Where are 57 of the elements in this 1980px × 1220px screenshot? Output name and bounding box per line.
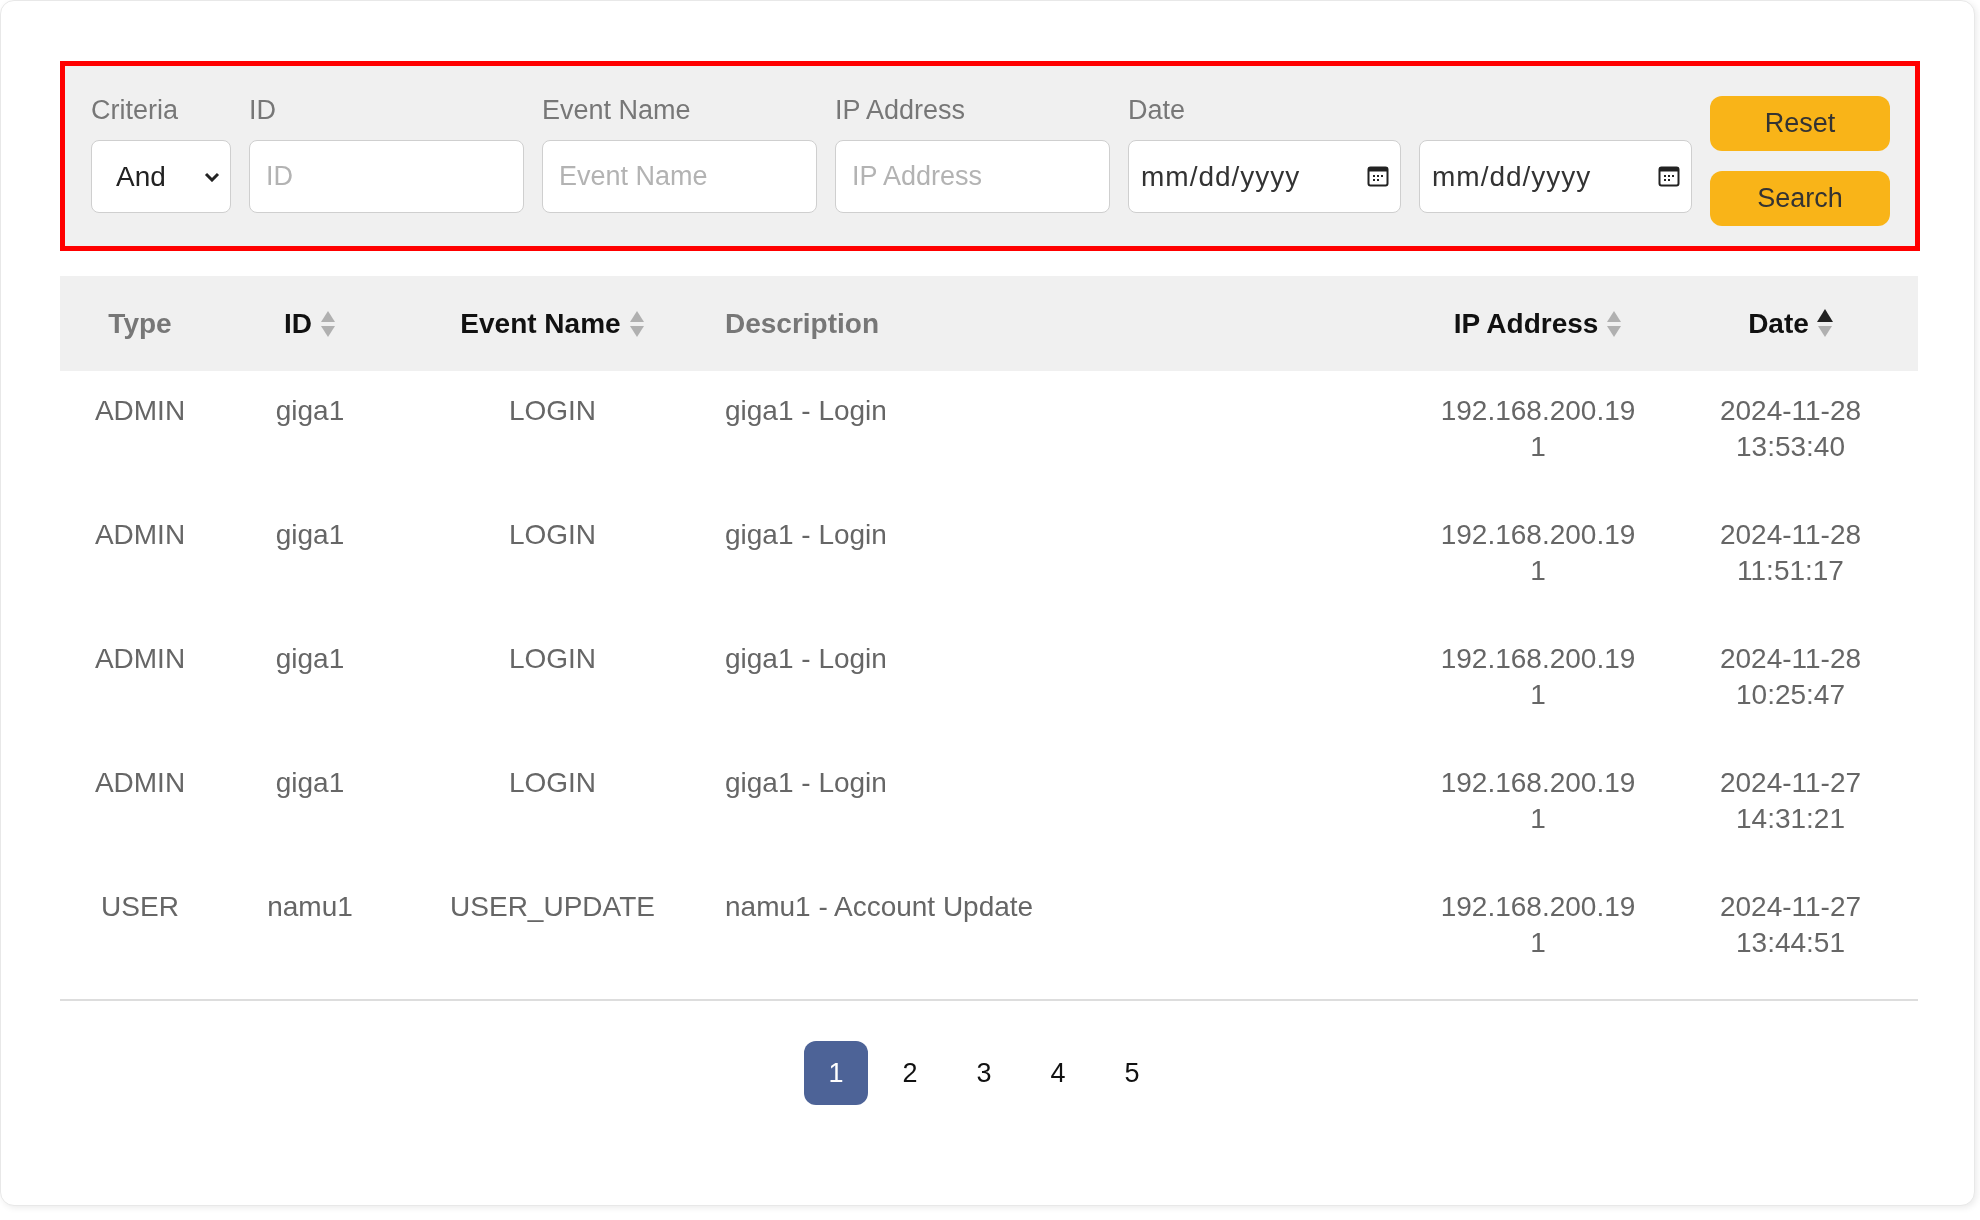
criteria-dropdown[interactable]: And	[91, 140, 231, 213]
table-cell-text: USER	[101, 890, 179, 924]
column-header[interactable]: ID	[284, 302, 312, 345]
table-cell-text: 192.168.200.191	[1439, 642, 1637, 712]
column-header[interactable]: IP Address	[1453, 302, 1599, 345]
page-button[interactable]: 5	[1100, 1041, 1164, 1105]
field-label: IP Address	[835, 94, 967, 127]
table-cell-text: 2024-11-27 14:31:21	[1718, 766, 1863, 836]
page-button[interactable]: 3	[952, 1041, 1016, 1105]
text-input-field[interactable]: Event Name	[542, 140, 817, 213]
field-label: Event Name	[542, 94, 692, 127]
date-input-field[interactable]: mm/dd/yyyy	[1128, 140, 1401, 213]
table-cell-text: 192.168.200.191	[1439, 394, 1637, 464]
column-header[interactable]: Date	[1748, 302, 1809, 345]
table-cell-text: giga1 - Login	[725, 766, 887, 800]
column-header: Type	[108, 306, 172, 341]
table-cell-text: giga1	[275, 642, 345, 676]
text-input-field[interactable]: ID	[249, 140, 524, 213]
field-label: ID	[249, 94, 277, 127]
field-label: Criteria	[91, 94, 179, 127]
table-cell-text: ADMIN	[94, 766, 186, 800]
search-button[interactable]: Search	[1710, 171, 1890, 226]
table-cell-text: 192.168.200.191	[1439, 766, 1637, 836]
field-label: Date	[1128, 94, 1187, 127]
table-cell-text: namu1	[267, 890, 353, 924]
chevron-down-icon	[204, 171, 220, 182]
table-cell-text: 192.168.200.191	[1439, 890, 1637, 960]
table-cell-text: giga1	[275, 766, 345, 800]
table-cell-text: LOGIN	[508, 518, 597, 552]
table-cell-text: 192.168.200.191	[1439, 518, 1637, 588]
reset-button[interactable]: Reset	[1710, 96, 1890, 151]
table-cell-text: giga1	[275, 518, 345, 552]
table-cell-text: LOGIN	[508, 394, 597, 428]
table-cell-text: 2024-11-27 13:44:51	[1718, 890, 1863, 960]
table-cell-text: ADMIN	[94, 642, 186, 676]
table-cell-text: giga1 - Login	[725, 642, 887, 676]
table-cell-text: giga1	[275, 394, 345, 428]
table-cell-text: 2024-11-28 10:25:47	[1718, 642, 1863, 712]
date-input-field[interactable]: mm/dd/yyyy	[1419, 140, 1692, 213]
table-cell-text: LOGIN	[508, 642, 597, 676]
table-cell-text: ADMIN	[94, 518, 186, 552]
page-button[interactable]: 2	[878, 1041, 942, 1105]
table-cell-text: namu1 - Account Update	[725, 890, 1034, 924]
table-cell-text: USER_UPDATE	[450, 890, 655, 924]
calendar-icon[interactable]	[1367, 165, 1389, 187]
page-button[interactable]: 1	[804, 1041, 868, 1105]
table-cell-text: 2024-11-28 13:53:40	[1718, 394, 1863, 464]
table-cell-text: giga1 - Login	[725, 518, 887, 552]
column-header[interactable]: Event Name	[460, 302, 621, 345]
table-cell-text: LOGIN	[508, 766, 597, 800]
page-button[interactable]: 4	[1026, 1041, 1090, 1105]
table-cell-text: giga1 - Login	[725, 394, 887, 428]
table-cell-text: 2024-11-28 11:51:17	[1718, 518, 1863, 588]
table-cell-text: ADMIN	[94, 394, 186, 428]
text-input-field[interactable]: IP Address	[835, 140, 1110, 213]
calendar-icon[interactable]	[1658, 165, 1680, 187]
column-header: Description	[725, 306, 880, 341]
